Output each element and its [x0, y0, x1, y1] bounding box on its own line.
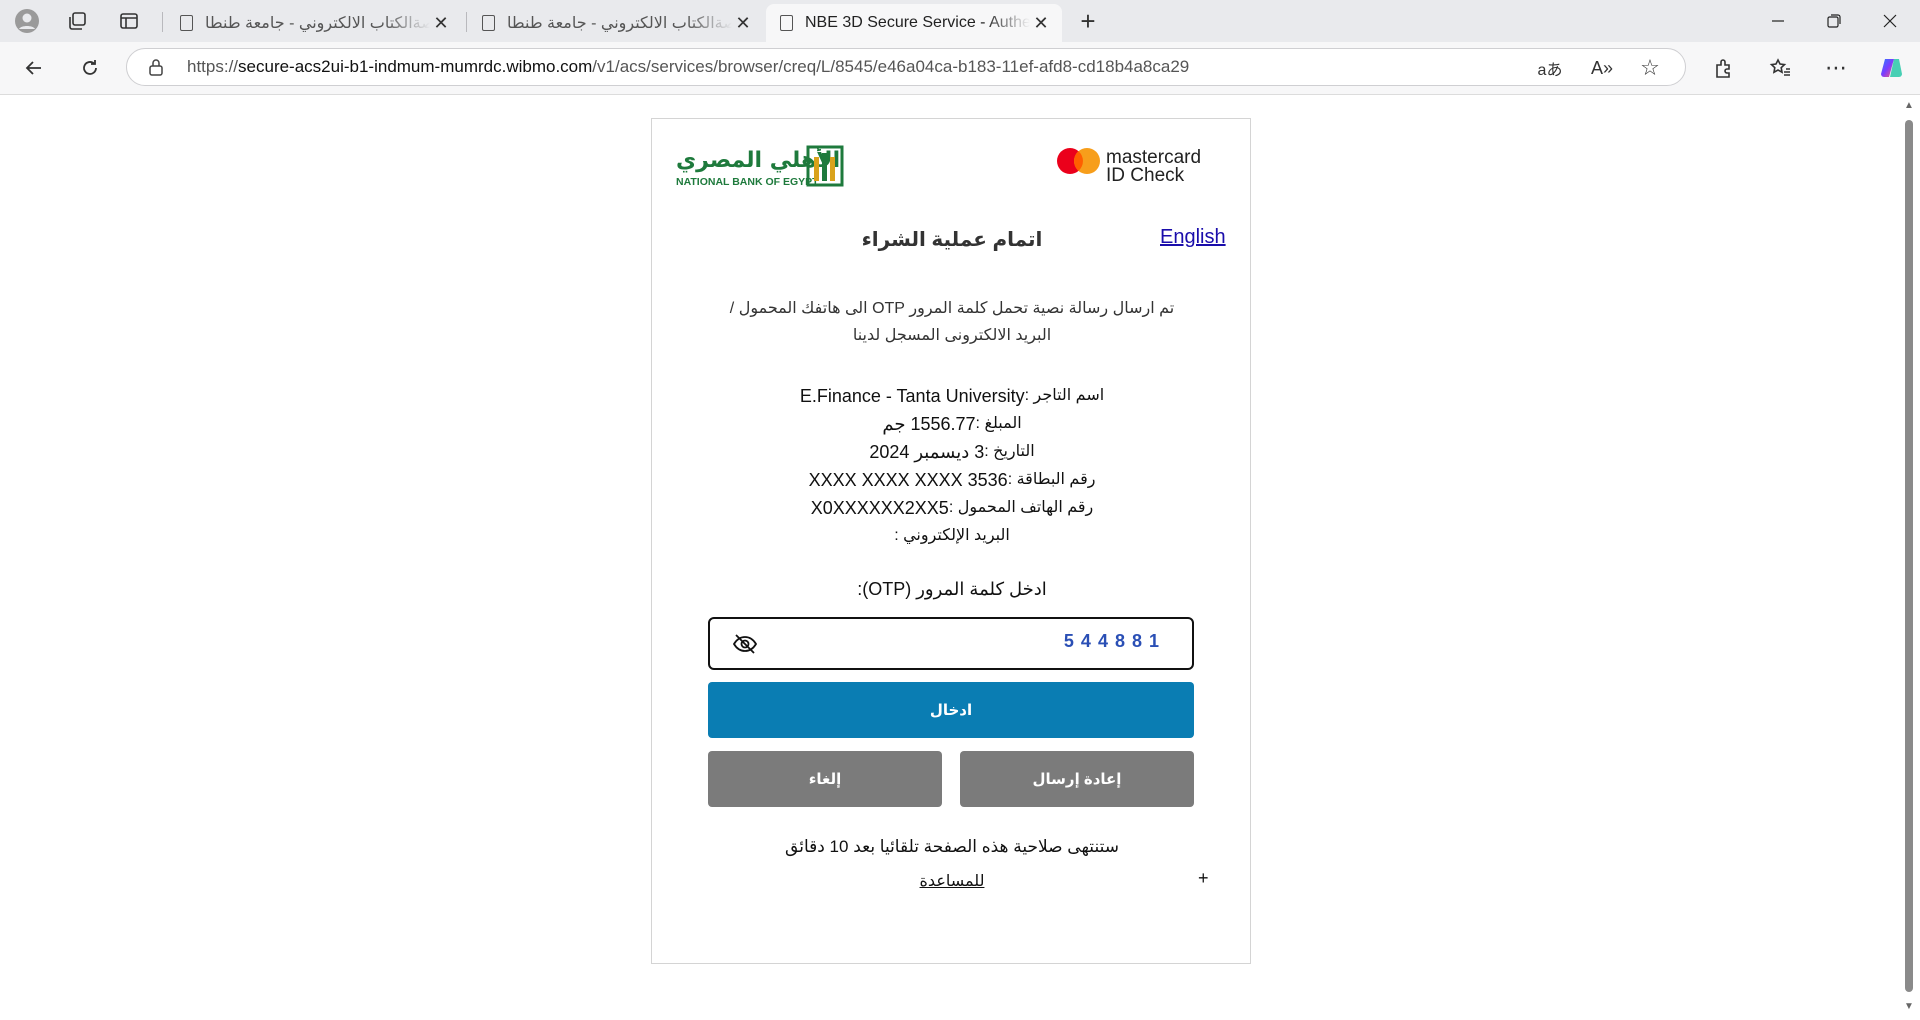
submit-button[interactable]: ادخال: [708, 682, 1194, 738]
minimize-icon[interactable]: [1750, 0, 1806, 42]
detail-mobile-number: رقم الهاتف المحمول : X0XXXXXX2XX5: [810, 498, 1094, 518]
hide-password-eye-icon[interactable]: [732, 632, 758, 656]
mastercard-id-check-logo: mastercard ID Check: [1057, 147, 1201, 186]
tab-strip: منصةالكتاب الالكتروني - جامعة طنطا ✕ منص…: [0, 0, 1920, 42]
scroll-down-arrow-icon[interactable]: ▼: [1902, 1001, 1916, 1012]
back-icon[interactable]: [18, 52, 50, 84]
extensions-icon[interactable]: [1708, 52, 1740, 84]
more-menu-icon[interactable]: ⋯: [1820, 52, 1852, 84]
favorite-star-icon[interactable]: ☆: [1635, 53, 1665, 83]
favorites-icon[interactable]: [1764, 52, 1796, 84]
url-text[interactable]: https://secure-acs2ui-b1-indmum-mumrdc.w…: [187, 57, 1189, 77]
cancel-button[interactable]: إلغاء: [708, 751, 942, 807]
svg-text:ID Check: ID Check: [1106, 165, 1185, 186]
tab-3-active[interactable]: NBE 3D Secure Service - Authentication ✕: [766, 4, 1062, 42]
detail-amount: المبلغ :1556.77 جم: [882, 414, 1022, 434]
detail-merchant: اسم التاجر : E.Finance - Tanta University: [799, 386, 1105, 406]
page-title: اتمام عملية الشراء: [861, 229, 1043, 251]
tab-separator: [162, 12, 163, 32]
resend-otp-button[interactable]: إعادة إرسال: [960, 751, 1194, 807]
translate-icon[interactable]: aあ: [1535, 53, 1565, 83]
read-aloud-icon[interactable]: A»: [1587, 53, 1617, 83]
new-tab-icon[interactable]: +: [1073, 6, 1103, 36]
transaction-details: اسم التاجر : E.Finance - Tanta University…: [652, 382, 1252, 550]
tab-1[interactable]: منصةالكتاب الالكتروني - جامعة طنطا ✕: [166, 4, 462, 42]
nbe-logo: البنك الأهلي المصري NATIONAL BANK OF EGY…: [676, 145, 844, 188]
document-icon: [482, 15, 495, 31]
lock-icon[interactable]: [147, 58, 165, 76]
detail-date: التاريخ :3 ديسمبر 2024: [869, 442, 1035, 462]
address-bar[interactable]: https://secure-acs2ui-b1-indmum-mumrdc.w…: [126, 48, 1686, 86]
acs-authentication-card: البنك الأهلي المصري NATIONAL BANK OF EGY…: [651, 118, 1251, 964]
document-icon: [180, 15, 193, 31]
scroll-up-arrow-icon[interactable]: ▲: [1902, 100, 1916, 111]
tab-2[interactable]: منصةالكتاب الالكتروني - جامعة طنطا ✕: [468, 4, 764, 42]
workspaces-icon[interactable]: [62, 6, 92, 36]
vertical-scrollbar[interactable]: ▲ ▼: [1902, 100, 1916, 1012]
restore-icon[interactable]: [1806, 0, 1862, 42]
otp-input[interactable]: 544881: [708, 617, 1194, 670]
tab-separator: [466, 12, 467, 32]
otp-value: 544881: [1063, 631, 1166, 651]
page-expiry-notice: ستنتهى صلاحية هذه الصفحة تلقائيا بعد 10 …: [785, 837, 1119, 856]
vertical-tabs-icon[interactable]: [114, 6, 144, 36]
detail-email: البريد الإلكتروني :: [894, 527, 1010, 544]
window-close-icon[interactable]: [1862, 0, 1918, 42]
tab-title: منصةالكتاب الالكتروني - جامعة طنطا: [507, 15, 732, 32]
refresh-icon[interactable]: [74, 52, 106, 84]
copilot-icon[interactable]: [1876, 52, 1908, 84]
detail-card-number: رقم البطاقة : XXXX XXXX XXXX 3536: [808, 470, 1096, 490]
otp-sent-notice: تم ارسال رسالة نصية تحمل كلمة المرور OTP…: [729, 300, 1175, 344]
close-icon[interactable]: ✕: [430, 13, 452, 34]
svg-text:NATIONAL BANK OF EGYPT: NATIONAL BANK OF EGYPT: [676, 176, 819, 188]
close-icon[interactable]: ✕: [732, 13, 754, 34]
document-icon: [780, 15, 793, 31]
tab-title: منصةالكتاب الالكتروني - جامعة طنطا: [205, 15, 430, 32]
scroll-thumb[interactable]: [1905, 120, 1913, 992]
help-link[interactable]: للمساعدة: [652, 871, 1252, 891]
tab-title: NBE 3D Secure Service - Authentication: [805, 14, 1030, 31]
profile-icon[interactable]: [12, 6, 42, 36]
help-expand-icon[interactable]: +: [1198, 868, 1209, 889]
browser-toolbar: https://secure-acs2ui-b1-indmum-mumrdc.w…: [0, 42, 1920, 95]
close-icon[interactable]: ✕: [1030, 13, 1052, 34]
otp-label: ادخل كلمة المرور (OTP):: [857, 579, 1047, 599]
